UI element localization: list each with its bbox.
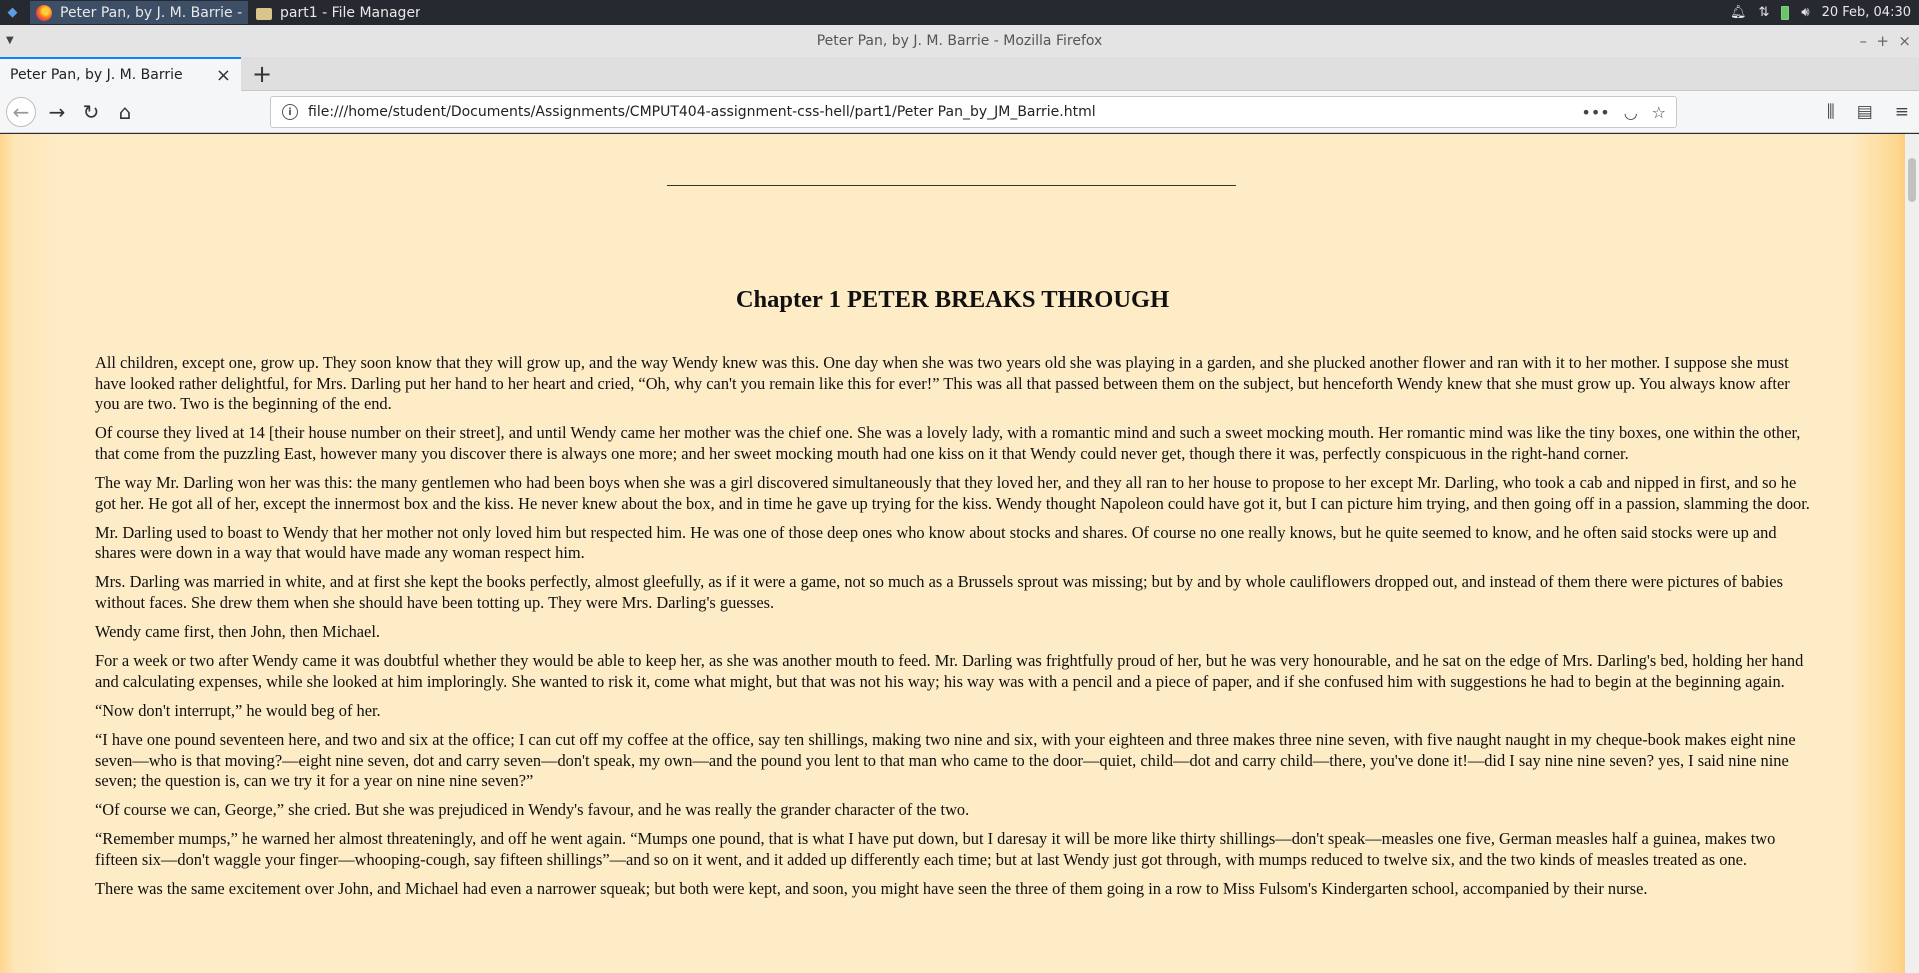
sidebar-icon[interactable]: ▤	[1857, 102, 1873, 122]
paragraph: Wendy came first, then John, then Michae…	[95, 622, 380, 642]
paragraph: “I have one pound seventeen here, and tw…	[95, 729, 1796, 791]
page-actions-icon[interactable]: •••	[1581, 103, 1609, 122]
reload-button[interactable]: ↻	[76, 97, 106, 127]
paragraph: All children, except one, grow up. They …	[95, 353, 1790, 414]
new-tab-button[interactable]: +	[247, 57, 277, 91]
tab-peter-pan[interactable]: Peter Pan, by J. M. Barrie ×	[0, 57, 241, 91]
pocket-icon[interactable]: ◡	[1624, 103, 1638, 122]
maximize-icon[interactable]: +	[1876, 25, 1889, 57]
volume-icon[interactable]: 🔊︎	[1801, 5, 1809, 20]
paragraph: Mrs. Darling was married in white, and a…	[95, 572, 1783, 612]
url-bar[interactable]: i file:///home/student/Documents/Assignm…	[270, 96, 1677, 128]
paragraph: The way Mr. Darling won her was this: th…	[95, 472, 1810, 513]
window-titlebar: ▼ Peter Pan, by J. M. Barrie - Mozilla F…	[0, 25, 1919, 57]
library-icon[interactable]: ⫼	[1827, 102, 1835, 122]
window-menu-icon[interactable]: ▼	[6, 25, 14, 57]
close-window-icon[interactable]: ×	[1898, 25, 1911, 57]
hamburger-menu-icon[interactable]: ≡	[1895, 102, 1909, 122]
site-info-icon[interactable]: i	[282, 104, 298, 120]
paragraph: Mr. Darling used to boast to Wendy that …	[95, 522, 1777, 563]
system-tray: 🔔︎ ⇅ 🔊︎ 20 Feb, 04:30	[1730, 0, 1919, 25]
battery-icon[interactable]	[1781, 5, 1790, 20]
network-icon[interactable]: ⇅	[1758, 5, 1769, 20]
navigation-toolbar: ← → ↻ ⌂ i file:///home/student/Documents…	[0, 91, 1919, 133]
paragraph: “Remember mumps,” he warned her almost t…	[95, 829, 1776, 869]
taskbar-task-label: part1 - File Manager	[280, 4, 420, 21]
tab-strip: Peter Pan, by J. M. Barrie × +	[0, 57, 1919, 91]
clock[interactable]: 20 Feb, 04:30	[1822, 5, 1911, 20]
page-viewport: Chapter 1 PETER BREAKS THROUGH All child…	[0, 134, 1919, 973]
vertical-scrollbar[interactable]	[1905, 134, 1919, 973]
taskbar-task-file-manager[interactable]: part1 - File Manager	[250, 1, 420, 24]
taskbar: ◆ Peter Pan, by J. M. Barrie - M... part…	[0, 0, 1919, 25]
chapter-title: Chapter 1 PETER BREAKS THROUGH	[735, 286, 1170, 313]
scrollbar-thumb[interactable]	[1908, 158, 1916, 202]
url-text[interactable]: file:///home/student/Documents/Assignmen…	[308, 104, 1581, 120]
notification-bell-icon[interactable]: 🔔︎	[1730, 5, 1747, 20]
tab-label: Peter Pan, by J. M. Barrie	[10, 67, 183, 83]
paragraph: “Now don't interrupt,” he would beg of h…	[95, 700, 381, 720]
window-title: Peter Pan, by J. M. Barrie - Mozilla Fir…	[816, 33, 1103, 49]
folder-icon	[256, 7, 272, 20]
close-tab-icon[interactable]: ×	[216, 65, 231, 86]
paragraph: There was the same excitement over John,…	[95, 878, 1648, 898]
forward-button[interactable]: →	[42, 97, 72, 127]
paragraph: For a week or two after Wendy came it wa…	[95, 651, 1804, 691]
home-button[interactable]: ⌂	[110, 97, 140, 127]
minimize-icon[interactable]: –	[1860, 25, 1868, 57]
taskbar-task-label: Peter Pan, by J. M. Barrie - M...	[60, 4, 248, 21]
horizontal-rule	[667, 185, 1236, 186]
bookmark-star-icon[interactable]: ☆	[1652, 103, 1666, 122]
chapter-body: All children, except one, grow up. They …	[95, 353, 1810, 908]
back-button[interactable]: ←	[6, 97, 36, 127]
paragraph: Of course they lived at 14 [their house …	[95, 423, 1801, 463]
taskbar-task-firefox[interactable]: Peter Pan, by J. M. Barrie - M...	[30, 1, 248, 24]
app-menu-icon[interactable]: ◆	[0, 0, 25, 25]
paragraph: “Of course we can, George,” she cried. B…	[95, 800, 970, 820]
firefox-icon	[36, 4, 52, 21]
